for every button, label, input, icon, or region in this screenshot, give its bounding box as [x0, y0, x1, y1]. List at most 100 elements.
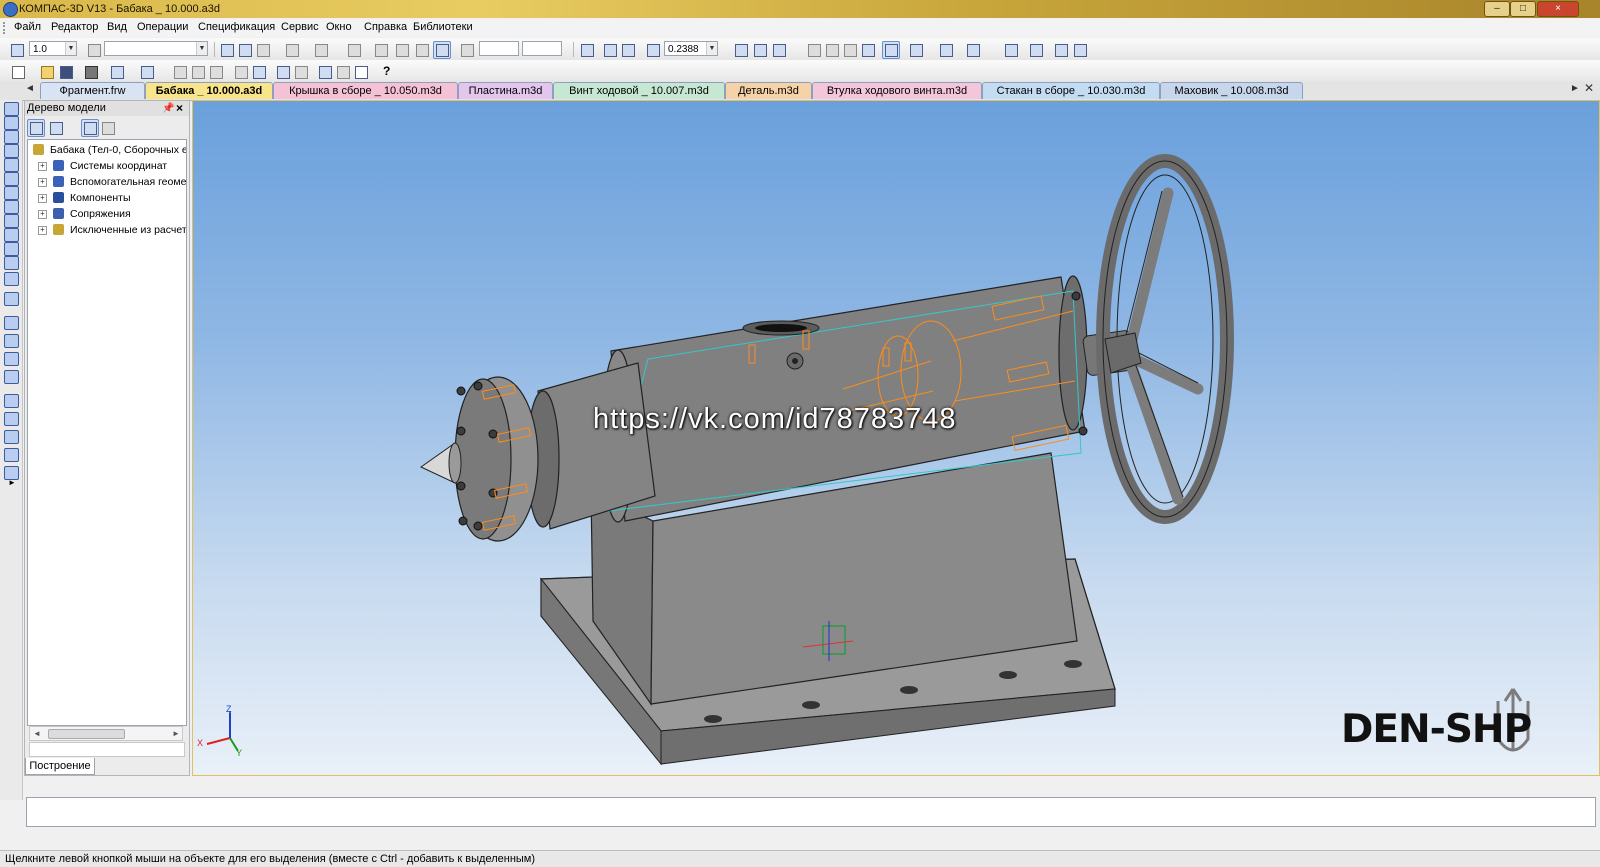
scroll-thumb[interactable]: [48, 729, 125, 739]
tab-lead-screw[interactable]: Винт ходовой _ 10.007.m3d: [553, 82, 725, 99]
measure-tool-icon[interactable]: [4, 256, 19, 270]
tab-fragment[interactable]: Фрагмент.frw: [40, 82, 145, 99]
select-filter-icon[interactable]: [964, 41, 982, 59]
origin-icon[interactable]: [218, 41, 236, 59]
cylinder-icon[interactable]: [4, 334, 19, 348]
layer-icon[interactable]: [85, 41, 103, 59]
expand-icon[interactable]: +: [38, 178, 47, 187]
tree-root[interactable]: Бабака (Тел-0, Сборочных ед: [28, 142, 186, 158]
redo-icon[interactable]: [292, 63, 310, 81]
tab-cup-assembly[interactable]: Стакан в сборе _ 10.030.m3d: [982, 82, 1160, 99]
roughness-icon[interactable]: [4, 448, 19, 462]
paste-icon[interactable]: [207, 63, 225, 81]
tree-view-mode-icon[interactable]: [47, 119, 65, 137]
pin-icon[interactable]: 📌: [162, 101, 174, 116]
components-tool-icon[interactable]: [4, 116, 19, 130]
rotate-icon[interactable]: [751, 41, 769, 59]
menu-help[interactable]: Справка: [364, 21, 407, 33]
menu-service[interactable]: Сервис: [281, 21, 319, 33]
edit-parts-icon[interactable]: [4, 102, 19, 116]
tree-item-components[interactable]: + Компоненты: [28, 190, 186, 206]
format-icon[interactable]: [232, 63, 250, 81]
undo-icon[interactable]: [274, 63, 292, 81]
filter-icon[interactable]: [937, 41, 955, 59]
close-document-icon[interactable]: ✕: [1584, 81, 1594, 95]
tree-sort-icon[interactable]: [99, 119, 117, 137]
maximize-button[interactable]: □: [1510, 1, 1536, 17]
menu-editor[interactable]: Редактор: [51, 21, 98, 33]
menu-libraries[interactable]: Библиотеки: [413, 21, 473, 33]
scroll-left-icon[interactable]: ◄: [33, 727, 41, 740]
tree-item-mates[interactable]: + Сопряжения: [28, 206, 186, 222]
shaded-edges-icon[interactable]: [882, 41, 900, 59]
model-viewport[interactable]: Z X Y https://vk.com/id78783748 DEN-SHP: [192, 100, 1600, 776]
snap-toggle-icon[interactable]: [433, 41, 451, 59]
aux-geom-tool-icon[interactable]: [4, 172, 19, 186]
step-combo[interactable]: 1.0 ▼: [29, 41, 77, 56]
local-cs-icon[interactable]: [8, 41, 26, 59]
angle-icon[interactable]: [413, 41, 431, 59]
scroll-right-icon[interactable]: ►: [172, 727, 180, 740]
torus-icon[interactable]: [4, 370, 19, 384]
manager-icon[interactable]: [316, 63, 334, 81]
cut-icon[interactable]: [171, 63, 189, 81]
properties-icon[interactable]: [236, 41, 254, 59]
expand-icon[interactable]: +: [38, 226, 47, 235]
tab-scroll-right-icon[interactable]: ►: [1570, 83, 1580, 94]
zoom-window-icon[interactable]: [578, 41, 596, 59]
tab-construction[interactable]: Построение: [25, 758, 95, 775]
print-icon[interactable]: [82, 63, 100, 81]
pencil-icon[interactable]: [4, 394, 19, 408]
tab-scroll-left-icon[interactable]: ◄: [25, 83, 35, 94]
rebuild-icon[interactable]: [254, 41, 272, 59]
tab-handwheel[interactable]: Маховик _ 10.008.m3d: [1160, 82, 1303, 99]
pan-icon[interactable]: [732, 41, 750, 59]
zoom-out-icon[interactable]: [619, 41, 637, 59]
chevron-down-icon[interactable]: ▼: [196, 42, 207, 55]
zoom-combo[interactable]: 0.2388 ▼: [664, 41, 718, 56]
tree-horizontal-scrollbar[interactable]: ◄ ►: [29, 726, 183, 741]
perspective-icon[interactable]: [907, 41, 925, 59]
preview-icon[interactable]: [108, 63, 126, 81]
cursor-icon[interactable]: [372, 41, 390, 59]
open-file-icon[interactable]: [38, 63, 56, 81]
expand-icon[interactable]: +: [38, 194, 47, 203]
expand-icon[interactable]: +: [38, 210, 47, 219]
kompas-app-icon[interactable]: [3, 2, 18, 17]
tab-babaka-assembly[interactable]: Бабака _ 10.000.a3d: [145, 82, 273, 99]
menu-window[interactable]: Окно: [326, 21, 352, 33]
chevron-down-icon[interactable]: ▼: [706, 42, 717, 55]
orientation-icon[interactable]: [770, 41, 788, 59]
box-icon[interactable]: [4, 316, 19, 330]
tree-list-icon[interactable]: [81, 119, 99, 137]
menu-view[interactable]: Вид: [107, 21, 127, 33]
menu-specification[interactable]: Спецификация: [198, 21, 275, 33]
property-bar[interactable]: [26, 797, 1596, 827]
filter-tool-icon[interactable]: [4, 214, 19, 228]
library-icon[interactable]: [1027, 41, 1045, 59]
menu-operations[interactable]: Операции: [137, 21, 188, 33]
snap-icon[interactable]: [283, 41, 301, 59]
coord-y-field[interactable]: [522, 41, 562, 56]
orthogonal-icon[interactable]: [345, 41, 363, 59]
tree-structure-icon[interactable]: [27, 119, 45, 137]
expand-icon[interactable]: +: [38, 162, 47, 171]
zoom-in-icon[interactable]: [601, 41, 619, 59]
close-panel-icon[interactable]: ×: [176, 101, 183, 116]
mates-tool-icon[interactable]: [4, 186, 19, 200]
tree-item-excluded[interactable]: + Исключенные из расчета: [28, 222, 186, 238]
sketch-icon[interactable]: [4, 200, 19, 214]
save-icon[interactable]: [57, 63, 75, 81]
tree-item-aux-geometry[interactable]: + Вспомогательная геомет: [28, 174, 186, 190]
arrays-icon[interactable]: [4, 158, 19, 172]
thin-lines-icon[interactable]: [841, 41, 859, 59]
export-icon[interactable]: [138, 63, 156, 81]
layer-combo[interactable]: ▼: [104, 41, 208, 56]
tab-plate[interactable]: Пластина.m3d: [458, 82, 553, 99]
sphere-icon[interactable]: [4, 352, 19, 366]
wireframe-icon[interactable]: [805, 41, 823, 59]
dimension-icon[interactable]: [4, 412, 19, 426]
measure-icon[interactable]: [1002, 41, 1020, 59]
coords-icon[interactable]: [458, 41, 476, 59]
hidden-lines-icon[interactable]: [823, 41, 841, 59]
